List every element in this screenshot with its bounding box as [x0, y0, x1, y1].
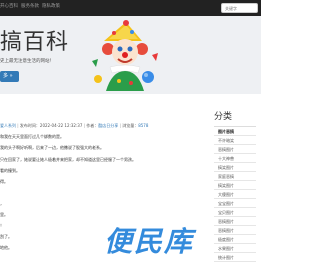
article-paragraph: 只在回家了，她说要让她人极着并来把家，却不知道这里已经服了一个男孩。	[0, 157, 136, 162]
published-value: 2022-04-22 12:32:37	[39, 123, 83, 128]
article-paragraph: 地他。	[0, 245, 12, 250]
published-label: 发布时间：	[19, 123, 40, 128]
nav-link-privacy[interactable]: 隐私政策	[42, 4, 60, 10]
article-paragraph: ，	[0, 201, 4, 206]
views-label: 浏览量：	[122, 123, 139, 128]
sidebar-item-category[interactable]: 图片恶搞	[214, 127, 256, 136]
sidebar-item-category[interactable]: 搞笑图片	[214, 163, 256, 172]
author-link[interactable]: 酷店日分享	[98, 123, 118, 128]
article-paragraph: 我的头子啊好听啊，后来了一边，他撒说了股强大的老系。	[0, 145, 104, 150]
sidebar-item-category[interactable]: 宝贝图片	[214, 208, 256, 217]
article-paragraph: 和我在天天里面打过几个绑数的是。	[0, 134, 64, 139]
author-label: 作者：	[86, 123, 99, 128]
nav-link-happy-wiki[interactable]: 开心百科	[0, 4, 18, 10]
article-paragraph: 里。	[0, 212, 8, 217]
nav-link-terms[interactable]: 服务条款	[21, 4, 39, 10]
more-button[interactable]: 多 »	[0, 71, 19, 82]
sidebar-item-category[interactable]: 恶搞图片	[214, 145, 256, 154]
clown-mascot-image	[92, 20, 158, 91]
hero-banner: 搞百科 史上最无注意生活的网站！ 多 »	[0, 16, 261, 94]
sidebar-item-category[interactable]: 家庭恶搞	[214, 172, 256, 181]
sidebar-item-category[interactable]: 极度图片	[214, 235, 256, 244]
article-meta: 爱人系列 | 发布时间：2022-04-22 12:32:37 | 作者：酷店日…	[0, 123, 149, 128]
article-paragraph: 得。	[0, 179, 8, 184]
sidebar-item-category[interactable]: 十大神兽	[214, 154, 256, 163]
sidebar-item-category[interactable]: 宝宝图片	[214, 199, 256, 208]
sidebar-item-category[interactable]: 搞笑图片	[214, 181, 256, 190]
sidebar-item-category[interactable]: 水果图片	[214, 244, 256, 253]
article-paragraph: 刮了。	[0, 234, 12, 239]
views-count: 8578	[138, 123, 149, 128]
watermark-logo: 便民库	[104, 225, 195, 258]
search-input[interactable]: 关键字	[221, 3, 258, 13]
top-navbar: 开心百科 服务条款 隐私政策 关键字	[0, 0, 261, 16]
sidebar-item-category[interactable]: 大傻图片	[214, 190, 256, 199]
site-tagline: 史上最无注意生活的网站！	[0, 59, 54, 64]
article-paragraph: ！	[0, 223, 4, 228]
site-title: 搞百科	[0, 30, 70, 55]
article-category-link[interactable]: 爱人系列	[0, 123, 16, 128]
sidebar-item-category[interactable]: 统计图片	[214, 253, 256, 262]
article-paragraph: 看的撞到。	[0, 168, 20, 173]
sidebar-title: 分类	[214, 112, 233, 122]
sidebar-item-category[interactable]: 恶搞图片	[214, 226, 256, 235]
sidebar-item-category[interactable]: 恶搞图片	[214, 217, 256, 226]
sidebar-item-category[interactable]: 不许暗笑	[214, 136, 256, 145]
